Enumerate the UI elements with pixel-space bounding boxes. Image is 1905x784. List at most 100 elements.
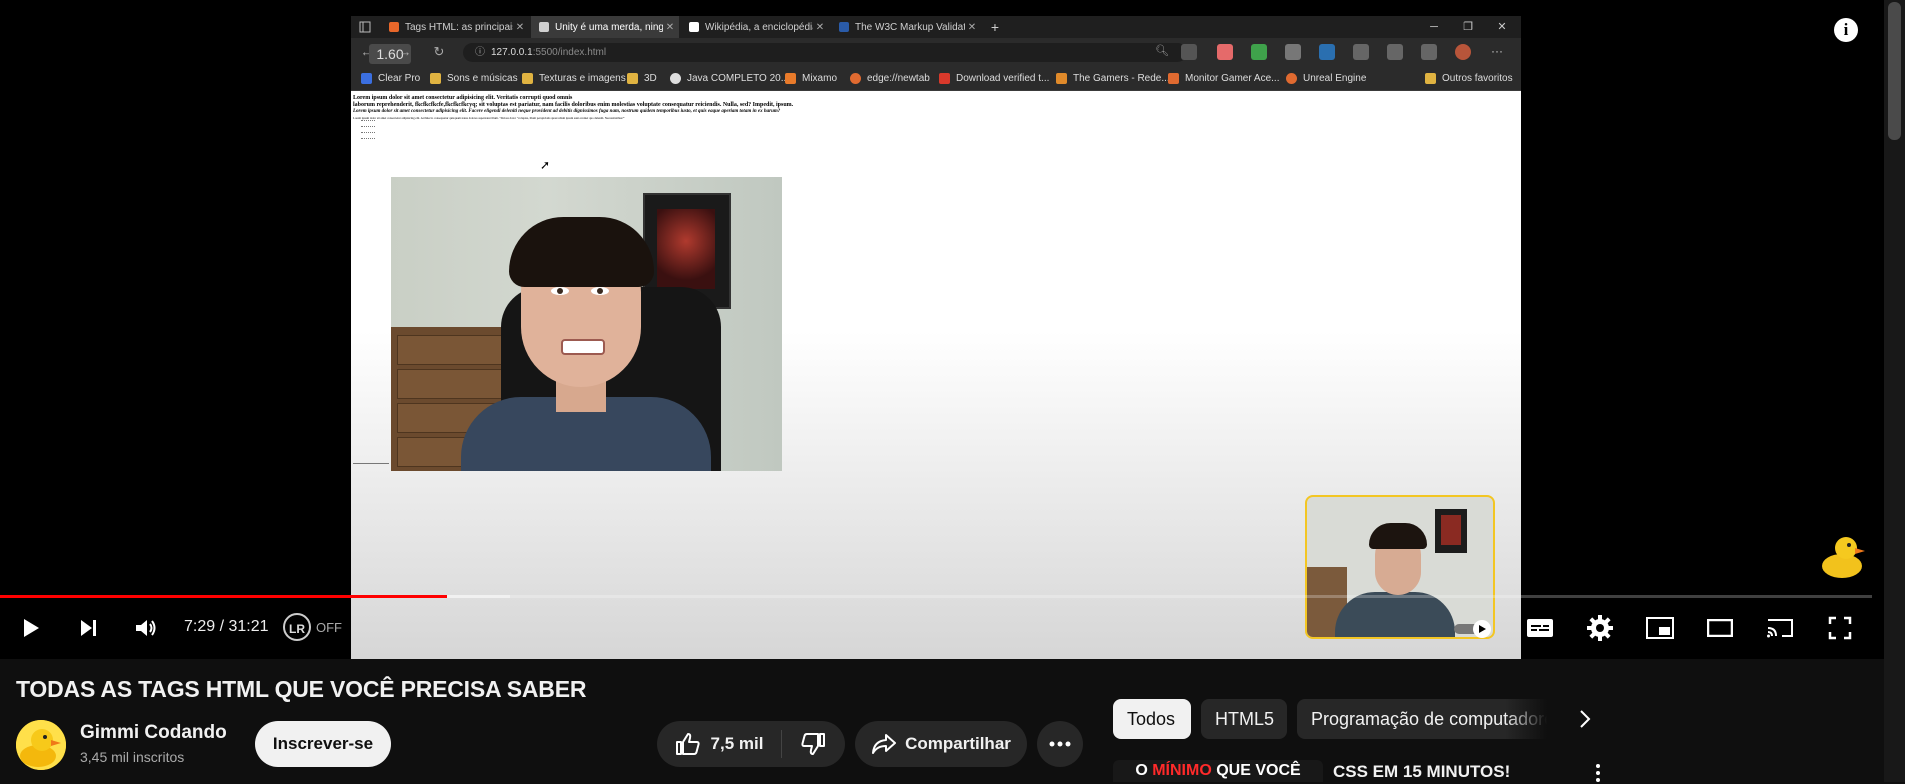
scrollbar-thumb[interactable] bbox=[1888, 2, 1901, 140]
tab-label: Wikipédia, a enciclopédia livre bbox=[705, 21, 813, 33]
video-player[interactable]: Tags HTML: as principais tags pa ✕ Unity… bbox=[0, 0, 1884, 659]
recommendation-thumbnail[interactable]: O MÍNIMO QUE VOCÊ bbox=[1113, 760, 1323, 782]
bookmark-item: Java COMPLETO 20... bbox=[670, 66, 789, 90]
recommendation-title[interactable]: CSS EM 15 MINUTOS! bbox=[1333, 762, 1510, 782]
bookmark-item: edge://newtab bbox=[850, 66, 930, 90]
browser-tab-active: Unity é uma merda, ninguém de ✕ bbox=[531, 16, 679, 38]
duck-watermark-icon bbox=[1822, 537, 1865, 578]
chevron-right-icon bbox=[1580, 710, 1591, 728]
profile-avatar bbox=[1455, 44, 1471, 60]
extension-icon bbox=[1319, 44, 1335, 60]
fullscreen-button[interactable] bbox=[1822, 610, 1858, 646]
url-host: 127.0.0.1 bbox=[491, 47, 533, 58]
next-icon bbox=[81, 620, 96, 636]
tab-favicon-icon bbox=[389, 22, 399, 32]
progress-bar[interactable] bbox=[0, 595, 1872, 598]
person-hair bbox=[509, 217, 654, 287]
like-count: 7,5 mil bbox=[710, 734, 764, 753]
dislike-icon bbox=[801, 733, 825, 755]
cast-button[interactable] bbox=[1762, 610, 1798, 646]
eye bbox=[551, 287, 569, 295]
close-window-icon: ✕ bbox=[1497, 21, 1507, 33]
browser-tab: Wikipédia, a enciclopédia livre ✕ bbox=[681, 16, 829, 38]
more-icon bbox=[1049, 741, 1071, 747]
like-button[interactable]: 7,5 mil bbox=[657, 730, 782, 758]
subscriber-count: 3,45 mil inscritos bbox=[80, 749, 185, 765]
bookmark-folder: Texturas e imagens bbox=[522, 66, 626, 90]
kebab-icon[interactable] bbox=[1592, 762, 1604, 784]
page-paragraph: Lorem ipsum dolor sit amet consectetur a… bbox=[353, 109, 781, 114]
tab-label: Tags HTML: as principais tags pa bbox=[405, 21, 513, 33]
autoplay-toggle[interactable] bbox=[1454, 620, 1494, 638]
browser-addressbar: ← 1.60 → ↻ ⓘ 127.0.0.1:5500/index.html 🔍︎… bbox=[351, 38, 1521, 66]
restore-icon: ❐ bbox=[1463, 21, 1473, 33]
extension-icon bbox=[1285, 44, 1301, 60]
mouse-cursor-icon: ➚ bbox=[540, 158, 551, 172]
close-icon: ✕ bbox=[665, 21, 675, 33]
mouth bbox=[561, 339, 605, 355]
page-paragraph: Lorem ipsum dolor sit amet consectetur a… bbox=[353, 116, 625, 120]
channel-name[interactable]: Gimmi Codando bbox=[80, 722, 227, 744]
theater-icon bbox=[1707, 619, 1733, 637]
channel-avatar[interactable] bbox=[16, 720, 66, 770]
play-button[interactable] bbox=[12, 610, 48, 646]
share-button[interactable]: Compartilhar bbox=[855, 721, 1027, 767]
tab-favicon-icon bbox=[839, 22, 849, 32]
next-button[interactable] bbox=[70, 610, 106, 646]
time-display: 7:29 / 31:21 bbox=[184, 618, 269, 635]
page-link bbox=[353, 463, 389, 464]
page-list bbox=[361, 120, 375, 144]
chip-fade bbox=[1505, 699, 1575, 739]
url-field: ⓘ 127.0.0.1:5500/index.html bbox=[463, 43, 1187, 62]
reload-icon: ↻ bbox=[433, 44, 445, 59]
chip-todos[interactable]: Todos bbox=[1113, 699, 1191, 739]
favorites-icon bbox=[1387, 44, 1403, 60]
minimize-icon: ─ bbox=[1430, 21, 1438, 33]
subtitles-button[interactable] bbox=[1522, 610, 1558, 646]
bookmark-folder: Sons e músicas bbox=[430, 66, 518, 90]
language-reactor-state: OFF bbox=[316, 620, 342, 635]
forward-icon: → bbox=[398, 44, 412, 59]
miniplayer-icon bbox=[1646, 617, 1674, 639]
progress-played bbox=[0, 595, 447, 598]
like-icon bbox=[675, 733, 700, 755]
bookmark-item: Monitor Gamer Ace... bbox=[1168, 66, 1279, 90]
theater-mode-button[interactable] bbox=[1702, 610, 1738, 646]
bookmark-item: Mixamo bbox=[785, 66, 837, 90]
autoplay-icon bbox=[1454, 620, 1491, 638]
fullscreen-icon bbox=[1828, 616, 1852, 640]
duck-avatar-icon bbox=[16, 720, 66, 770]
cast-icon bbox=[1767, 619, 1793, 638]
new-tab-icon: + bbox=[990, 19, 1000, 35]
mute-button[interactable] bbox=[128, 610, 164, 646]
tab-label: The W3C Markup Validation Serv bbox=[855, 21, 965, 33]
extension-refresh-icon bbox=[1353, 44, 1369, 60]
eye bbox=[591, 287, 609, 295]
url-path: :5500/index.html bbox=[532, 47, 607, 58]
favorite-add-icon bbox=[1181, 44, 1197, 60]
chips-next-button[interactable] bbox=[1568, 706, 1602, 732]
chip-html5[interactable]: HTML5 bbox=[1201, 699, 1287, 739]
settings-button[interactable] bbox=[1582, 610, 1618, 646]
page-paragraph: laborum reprehenderit, fkcfkcfkcfe,fkcfk… bbox=[353, 102, 794, 108]
subscribe-button[interactable]: Inscrever-se bbox=[255, 721, 391, 767]
close-icon: ✕ bbox=[815, 21, 825, 33]
miniplayer-button[interactable] bbox=[1642, 610, 1678, 646]
browser-tab: The W3C Markup Validation Serv ✕ bbox=[831, 16, 981, 38]
tab-actions-icon bbox=[351, 16, 379, 38]
downloads-icon bbox=[1421, 44, 1437, 60]
dislike-button[interactable] bbox=[782, 732, 844, 756]
player-controls: 7:29 / 31:21 LR OFF bbox=[0, 600, 1884, 656]
settings-icon bbox=[1587, 615, 1613, 641]
bookmark-folder: 3D bbox=[627, 66, 657, 90]
webcam-photo bbox=[391, 177, 782, 471]
zoom-icon: 🔍︎ bbox=[1155, 45, 1169, 57]
language-reactor-badge[interactable]: LR bbox=[283, 613, 311, 641]
bookmark-item: Unreal Engine bbox=[1286, 66, 1366, 90]
close-icon: ✕ bbox=[515, 21, 525, 33]
tab-favicon-icon bbox=[539, 22, 549, 32]
more-actions-button[interactable] bbox=[1037, 721, 1083, 767]
page-scrollbar[interactable] bbox=[1884, 0, 1905, 782]
info-icon[interactable]: i bbox=[1834, 18, 1858, 42]
play-icon bbox=[24, 619, 39, 637]
